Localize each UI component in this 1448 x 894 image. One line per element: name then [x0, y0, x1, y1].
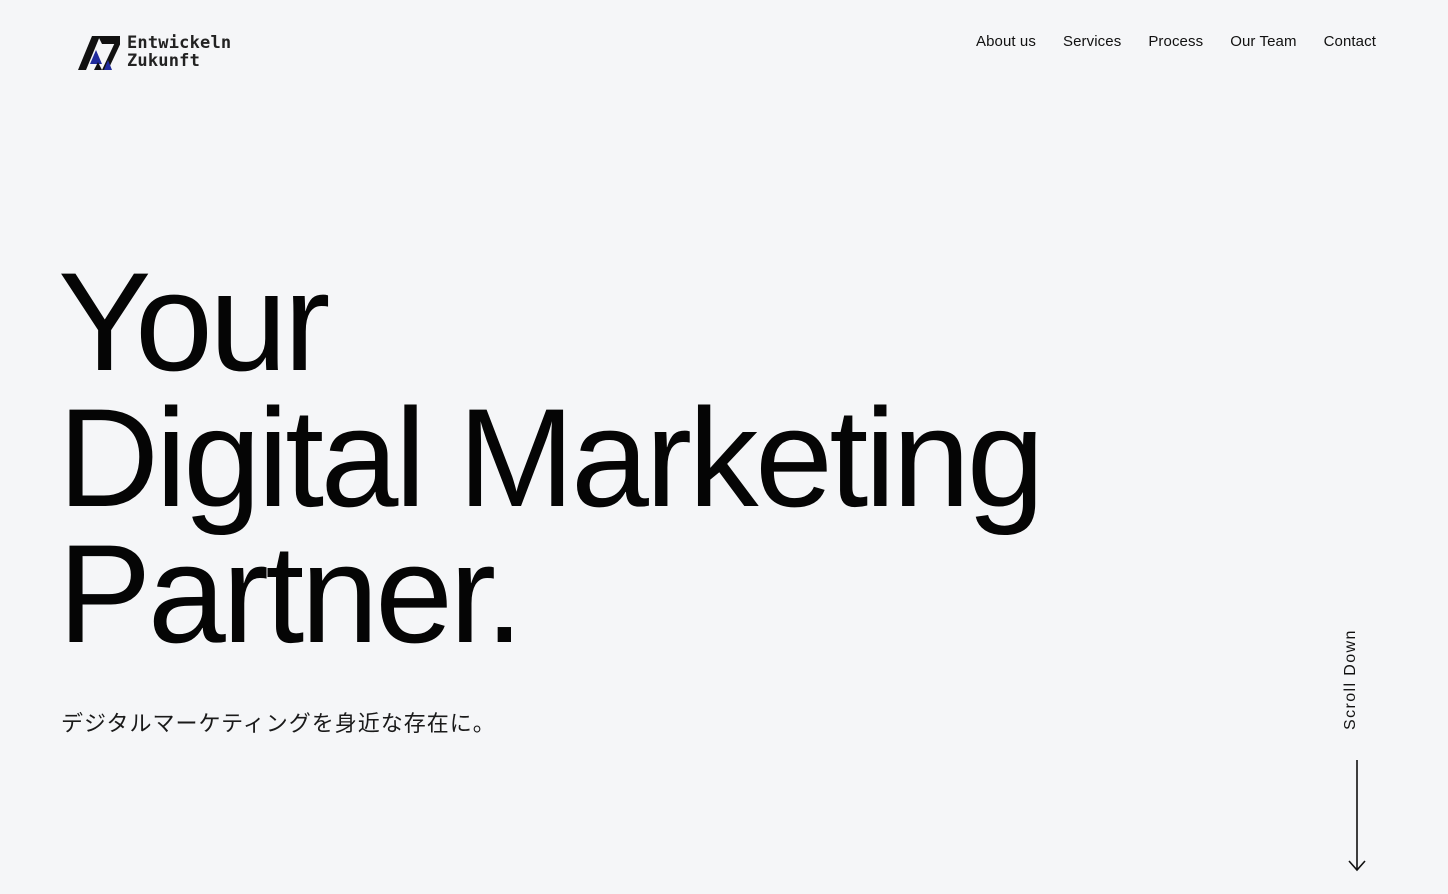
hero-tagline: デジタルマーケティングを身近な存在に。	[61, 712, 496, 737]
logo-wordmark: Entwickeln Zukunft	[127, 34, 231, 70]
nav-services[interactable]: Services	[1063, 33, 1121, 51]
main-nav: About us Services Process Our Team Conta…	[976, 33, 1376, 51]
hero-line-2: Digital Marketing	[58, 379, 1045, 536]
nav-about-us[interactable]: About us	[976, 33, 1036, 51]
nav-contact[interactable]: Contact	[1324, 33, 1376, 51]
hero-line-3: Partner.	[58, 515, 524, 672]
nav-process[interactable]: Process	[1148, 33, 1203, 51]
az-monogram-logo-icon	[78, 36, 120, 70]
site-logo[interactable]: Entwickeln Zukunft	[78, 34, 231, 70]
nav-our-team[interactable]: Our Team	[1230, 33, 1296, 51]
hero-headline: Your Digital Marketing Partner.	[58, 243, 1045, 672]
logo-line-1: Entwickeln	[127, 33, 232, 53]
scroll-down-label[interactable]: Scroll Down	[1341, 614, 1361, 730]
logo-line-2: Zukunft	[127, 51, 201, 71]
arrow-down-icon[interactable]	[1346, 760, 1368, 872]
hero-line-1: Your	[58, 243, 330, 400]
